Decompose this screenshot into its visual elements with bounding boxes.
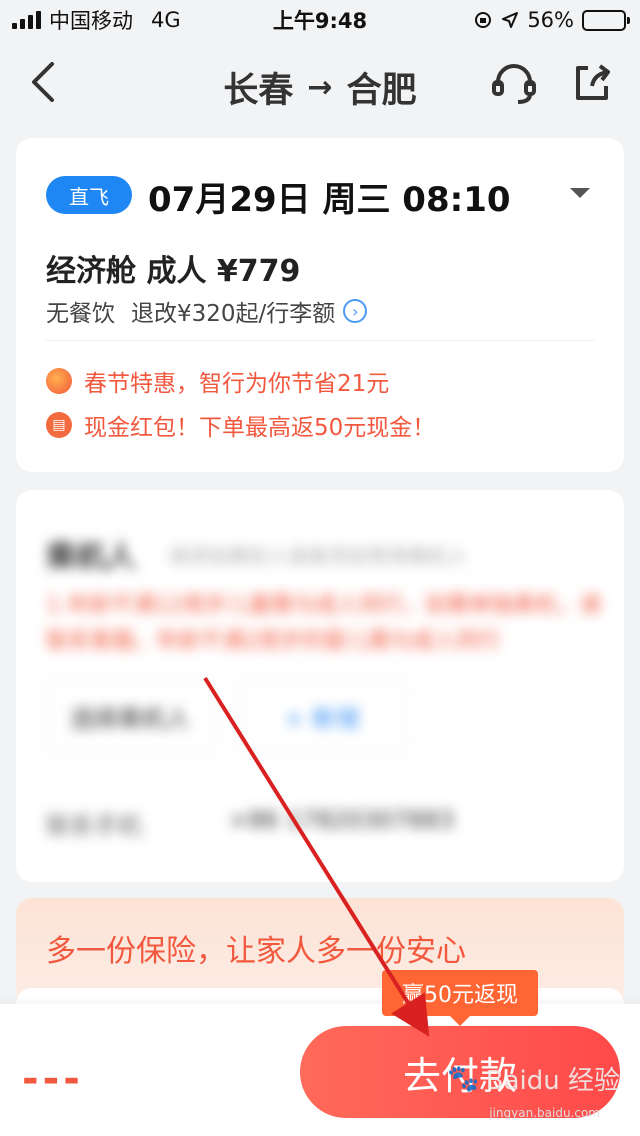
location-icon xyxy=(502,12,519,28)
passenger-warning: 1.年龄不满12周岁儿童需与成人同行，如需单独乘机，请联系客服。年龄不满2周岁的… xyxy=(46,593,601,654)
status-bar: 中国移动 4G 上午9:48 56% xyxy=(0,0,640,40)
select-passenger-button[interactable]: 选择乘机人 xyxy=(46,678,214,754)
network-label: 4G xyxy=(151,8,181,32)
battery-percent: 56% xyxy=(527,8,574,32)
status-right: 56% xyxy=(473,8,630,32)
cabin-price: 经济舱 成人 ¥779 xyxy=(46,254,301,289)
paw-icon: 🐾 xyxy=(447,1063,480,1094)
destination-city: 合肥 xyxy=(346,71,417,111)
blurred-content: 乘机人 请添加乘机人或者添加常用乘机人 1.年龄不满12周岁儿童需与成人同行，如… xyxy=(16,490,624,882)
watermark-text: Baidu 经验 xyxy=(485,1066,620,1096)
meal-info: 无餐饮 xyxy=(46,301,115,327)
battery-icon xyxy=(582,9,630,31)
watermark-url: jingyan.baidu.com xyxy=(489,1106,600,1120)
promo-cashback: ▤ 现金红包！下单最高返50元现金！ xyxy=(46,408,435,442)
signal-icon xyxy=(12,11,41,29)
promo-festival: 春节特惠，智行为你节省21元 xyxy=(46,364,389,398)
route-title: 长春 → 合肥 xyxy=(0,62,640,113)
status-left: 中国移动 4G xyxy=(12,5,181,35)
flight-date: 07月29日 周三 08:10 xyxy=(148,180,511,220)
refund-info-link[interactable]: 退改¥320起/行李额 xyxy=(131,294,335,328)
nav-bar: 长春 → 合肥 xyxy=(0,40,640,128)
chevron-right-icon[interactable]: › xyxy=(343,299,368,323)
cashback-tag: 赢50元返现 xyxy=(382,970,538,1026)
expand-caret-icon[interactable] xyxy=(570,188,590,198)
promo-festival-text: 春节特惠，智行为你节省21元 xyxy=(84,371,390,397)
divider xyxy=(46,340,594,341)
total-price-placeholder: --- xyxy=(22,1056,84,1102)
passenger-subtitle: 请添加乘机人或者添加常用乘机人 xyxy=(168,544,468,568)
customer-service-icon[interactable] xyxy=(490,60,538,108)
passenger-card: 乘机人 请添加乘机人或者添加常用乘机人 1.年龄不满12周岁儿童需与成人同行，如… xyxy=(16,490,624,882)
route-arrow-icon: → xyxy=(307,70,333,105)
share-icon[interactable] xyxy=(570,60,614,104)
cash-envelope-icon: ▤ xyxy=(46,412,72,438)
phone-label: 联系手机 xyxy=(46,812,142,840)
add-passenger-button[interactable]: + 新增 xyxy=(238,678,406,754)
promo-cashback-text: 现金红包！下单最高返50元现金！ xyxy=(84,415,436,441)
origin-city: 长春 xyxy=(223,71,294,111)
phone-field[interactable]: +86 17820307883 xyxy=(228,806,454,834)
carrier-label: 中国移动 xyxy=(49,9,133,33)
orientation-lock-icon xyxy=(475,12,492,28)
passenger-title: 乘机人 xyxy=(46,540,136,575)
insurance-text: 多一份保险，让家人多一份安心 xyxy=(46,934,466,969)
meal-refund-line: 无餐饮 退改¥320起/行李额 › xyxy=(46,294,368,328)
baidu-watermark: 🐾 Baidu 经验 xyxy=(447,1060,620,1097)
direct-flight-badge: 直飞 xyxy=(46,176,132,214)
fan-icon xyxy=(46,368,72,394)
flight-info-card: 直飞 07月29日 周三 08:10 经济舱 成人 ¥779 无餐饮 退改¥32… xyxy=(16,138,624,472)
